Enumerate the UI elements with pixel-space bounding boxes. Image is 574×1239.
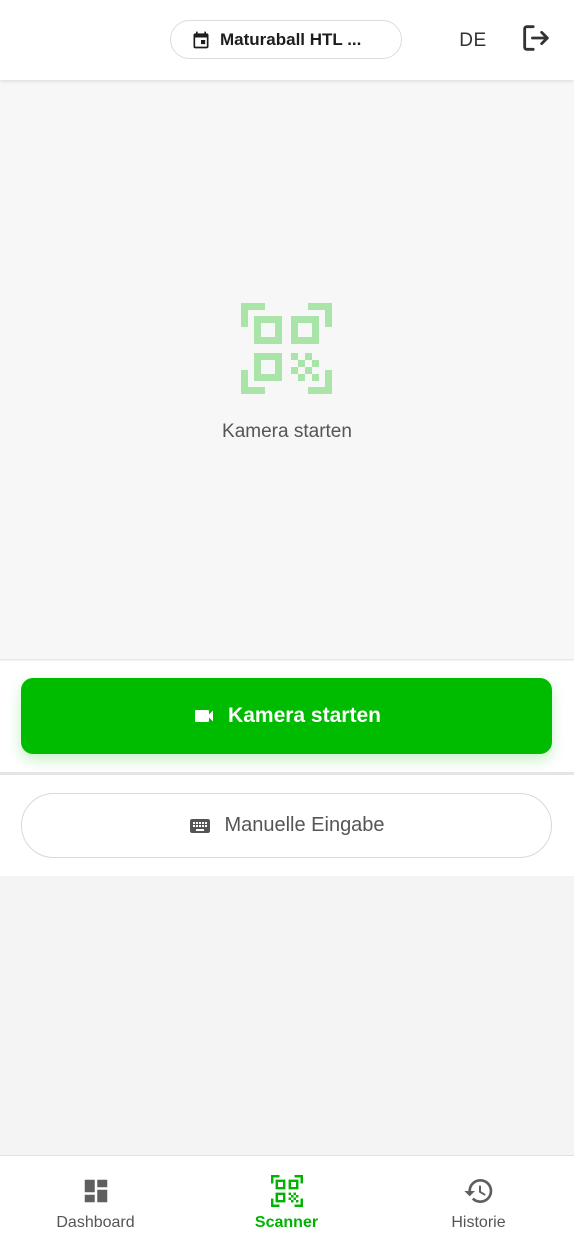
divider bbox=[0, 772, 574, 775]
top-bar: Maturaball HTL ... DE bbox=[0, 0, 574, 80]
start-camera-button[interactable]: Kamera starten bbox=[21, 678, 552, 754]
start-camera-label: Kamera starten bbox=[228, 704, 381, 727]
history-icon bbox=[463, 1179, 492, 1203]
camera-hint-text: Kamera starten bbox=[222, 421, 352, 442]
nav-label-dashboard: Dashboard bbox=[56, 1214, 135, 1231]
event-selector[interactable]: Maturaball HTL ... bbox=[170, 20, 402, 59]
action-panel: Kamera starten Manuelle Eingabe bbox=[0, 661, 574, 876]
event-name: Maturaball HTL ... bbox=[220, 29, 362, 49]
language-switcher[interactable]: DE bbox=[456, 30, 490, 56]
nav-item-historie[interactable]: Historie bbox=[383, 1156, 574, 1239]
nav-item-dashboard[interactable]: Dashboard bbox=[0, 1156, 191, 1239]
qr-scanner-icon bbox=[270, 1175, 303, 1207]
logout-button[interactable] bbox=[517, 20, 555, 56]
nav-label-scanner: Scanner bbox=[254, 1214, 319, 1231]
camera-preview[interactable]: Kamera starten bbox=[0, 80, 574, 660]
calendar-icon bbox=[193, 31, 209, 48]
keyboard-icon bbox=[190, 818, 211, 833]
qr-code-icon bbox=[241, 303, 332, 394]
manual-entry-button[interactable]: Manuelle Eingabe bbox=[21, 793, 552, 858]
logout-icon bbox=[523, 25, 549, 51]
nav-item-scanner[interactable]: Scanner bbox=[191, 1156, 382, 1239]
bottom-navigation: Dashboard Scanner Historie bbox=[0, 1155, 574, 1239]
nav-label-historie: Historie bbox=[451, 1214, 506, 1231]
scanner-page: Maturaball HTL ... DE Kamera starten Kam… bbox=[0, 0, 574, 1239]
video-camera-icon bbox=[195, 710, 214, 722]
dashboard-icon bbox=[84, 1179, 107, 1203]
manual-entry-label: Manuelle Eingabe bbox=[224, 814, 385, 836]
